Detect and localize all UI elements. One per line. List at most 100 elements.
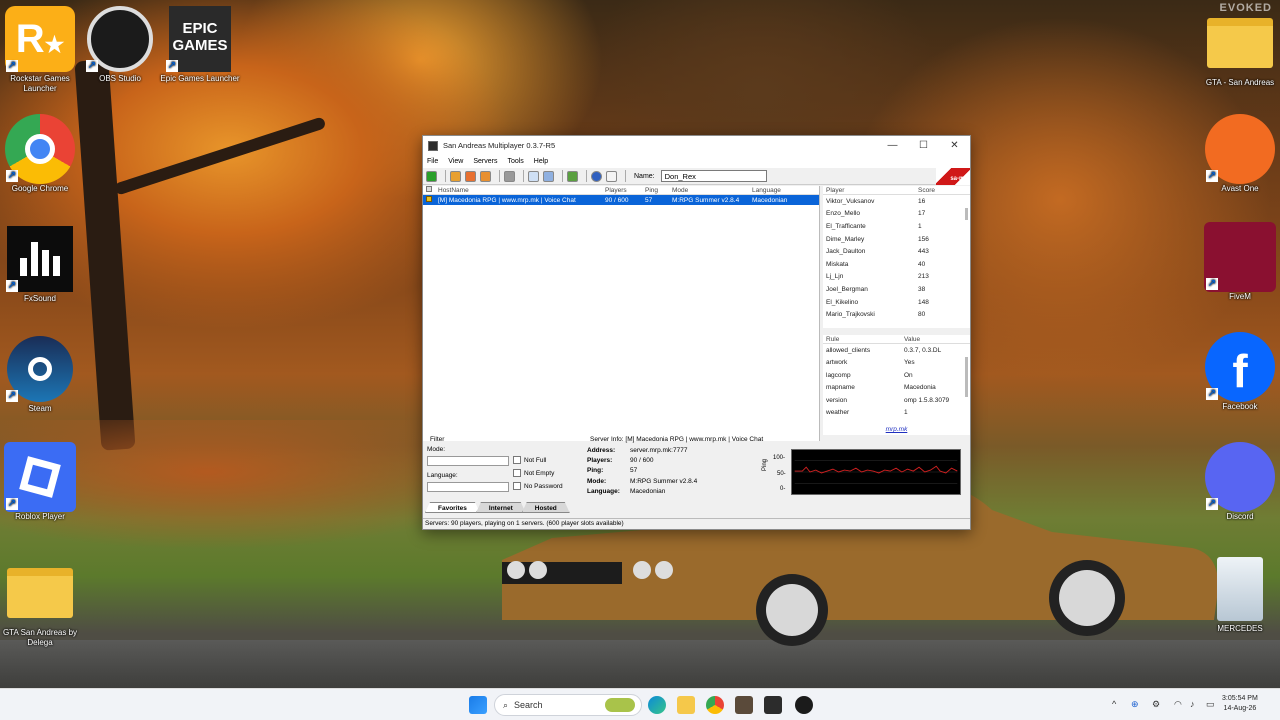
desktop-icon-gta-sa[interactable]: GTA - San Andreas <box>1200 10 1280 88</box>
player-row[interactable]: Jack_Daulton 443 <box>823 245 970 258</box>
edge-icon[interactable] <box>648 696 666 714</box>
desktop-icon-fivem[interactable]: ↗ FiveM <box>1200 222 1280 302</box>
player-name: El_Trafficante <box>826 222 866 230</box>
tab-hosted[interactable]: Hosted <box>522 502 570 513</box>
desktop-icon-obs[interactable]: ↗ OBS Studio <box>80 6 160 84</box>
player-row[interactable]: Lj_Ljn 213 <box>823 271 970 284</box>
no-password-checkbox[interactable]: No Password <box>513 482 563 490</box>
menu-tools[interactable]: Tools <box>507 158 523 165</box>
not-empty-checkbox[interactable]: Not Empty <box>513 469 554 477</box>
taskbar-clock[interactable]: 3:05:54 PM 14-Aug-26 <box>1222 694 1258 714</box>
name-label: Name: <box>634 172 655 180</box>
desktop-icon-fxsound[interactable]: ↗ FxSound <box>0 226 80 304</box>
about-icon[interactable] <box>606 170 617 182</box>
desktop-icon-recycle-bin[interactable]: MERCEDES <box>1200 556 1280 634</box>
window-titlebar[interactable]: San Andreas Multiplayer 0.3.7-R5 — ☐ ✕ <box>423 136 970 155</box>
desktop-icon-discord[interactable]: ↗ Discord <box>1200 442 1280 522</box>
column-hostname[interactable]: HostName <box>438 187 605 194</box>
tree-trunk <box>74 59 136 451</box>
refresh-server-icon[interactable] <box>480 170 491 182</box>
player-row[interactable]: Joel_Bergman 38 <box>823 283 970 296</box>
desktop-icon-avast[interactable]: ↗ Avast One <box>1200 114 1280 194</box>
delete-server-icon[interactable] <box>465 170 476 182</box>
player-score: 17 <box>918 210 926 218</box>
column-ping[interactable]: Ping <box>645 187 672 194</box>
filter-language-input[interactable] <box>427 482 509 492</box>
column-score[interactable]: Score <box>918 187 963 194</box>
column-language[interactable]: Language <box>752 187 817 194</box>
window-title: San Andreas Multiplayer 0.3.7-R5 <box>443 141 556 150</box>
player-list-scrollbar[interactable] <box>965 208 968 220</box>
rule-row[interactable]: artwork Yes <box>823 357 970 370</box>
ping-icon[interactable] <box>567 170 578 182</box>
desktop-icon-steam[interactable]: ↗ Steam <box>0 336 80 414</box>
column-player[interactable]: Player <box>823 187 918 194</box>
menu-help[interactable]: Help <box>534 158 548 165</box>
server-properties-icon[interactable] <box>504 170 515 182</box>
rule-row[interactable]: weather 1 <box>823 407 970 420</box>
menu-file[interactable]: File <box>427 158 438 165</box>
taskbar-search[interactable]: ⌕ Search <box>494 694 642 716</box>
rule-value: Yes <box>904 359 915 367</box>
chrome-taskbar-icon[interactable] <box>706 696 724 714</box>
player-row[interactable]: Mario_Trajkovski 80 <box>823 308 970 321</box>
tab-favorites[interactable]: Favorites <box>425 502 480 513</box>
desktop-icon-roblox[interactable]: ↗ Roblox Player <box>0 442 80 522</box>
lock-column-header[interactable] <box>423 186 438 194</box>
help-icon[interactable] <box>591 170 602 182</box>
icon-label: FiveM <box>1229 292 1251 301</box>
rule-row[interactable]: lagcomp On <box>823 369 970 382</box>
column-rule[interactable]: Rule <box>823 336 904 343</box>
start-button[interactable] <box>469 696 487 714</box>
player-name-input[interactable] <box>660 170 767 182</box>
obs-taskbar-icon[interactable] <box>795 696 813 714</box>
player-row[interactable]: Enzo_Mello 17 <box>823 208 970 221</box>
column-mode[interactable]: Mode <box>672 187 752 194</box>
player-row[interactable]: Dime_Marley 156 <box>823 233 970 246</box>
add-server-icon[interactable] <box>450 170 461 182</box>
ping-graph <box>791 449 961 495</box>
close-button[interactable]: ✕ <box>939 136 970 155</box>
status-bar: Servers: 90 players, playing on 1 server… <box>423 518 970 529</box>
rule-row[interactable]: mapname Macedonia <box>823 382 970 395</box>
rule-value: 1 <box>904 409 908 417</box>
volume-icon[interactable]: ♪ <box>1190 699 1195 709</box>
filter-mode-input[interactable] <box>427 456 509 466</box>
desktop-icon-facebook[interactable]: f ↗ Facebook <box>1200 332 1280 412</box>
wifi-icon[interactable]: ◠ <box>1174 699 1182 710</box>
column-players[interactable]: Players <box>605 187 645 194</box>
rule-row[interactable]: allowed_clients 0.3.7, 0.3.DL <box>823 344 970 357</box>
tray-app-icon[interactable]: ⊕ <box>1131 699 1139 710</box>
desktop-icon-chrome[interactable]: ↗ Google Chrome <box>0 114 80 194</box>
samp-taskbar-icon[interactable] <box>764 696 782 714</box>
desktop-icon-rockstar[interactable]: R★ ↗ Rockstar Games Launcher <box>0 6 80 94</box>
minimize-button[interactable]: — <box>877 136 908 155</box>
column-value[interactable]: Value <box>904 336 968 343</box>
server-website-link[interactable]: mrp.mk <box>823 426 970 433</box>
player-row[interactable]: El_Kikelino 148 <box>823 296 970 309</box>
player-row[interactable]: El_Trafficante 1 <box>823 220 970 233</box>
desktop-icon-gta-folder[interactable]: GTA San Andreas by Delega <box>0 560 80 648</box>
player-list: Player Score Viktor_Vuksanov 16 Enzo_Mello… <box>823 186 970 328</box>
rule-row[interactable]: version omp 1.5.8.3079 <box>823 394 970 407</box>
maximize-button[interactable]: ☐ <box>908 136 939 155</box>
player-row[interactable]: Viktor_Vuksanov 16 <box>823 195 970 208</box>
tab-internet[interactable]: Internet <box>476 502 526 513</box>
menu-view[interactable]: View <box>448 158 463 165</box>
edit-icon[interactable] <box>543 170 554 182</box>
desktop-icon-epic[interactable]: EPIC GAMES ↗ Epic Games Launcher <box>160 6 240 84</box>
not-full-checkbox[interactable]: Not Full <box>513 456 546 464</box>
gta-taskbar-icon[interactable] <box>735 696 753 714</box>
server-row-selected[interactable]: [M] Macedonia RPG | www.mrp.mk | Voice C… <box>423 195 819 205</box>
connect-icon[interactable] <box>426 170 437 182</box>
server-list-header: HostName Players Ping Mode Language <box>423 186 819 195</box>
rules-list-scrollbar[interactable] <box>965 357 968 397</box>
player-row[interactable]: Miskata 40 <box>823 258 970 271</box>
file-explorer-icon[interactable] <box>677 696 695 714</box>
copy-server-icon[interactable] <box>528 170 539 182</box>
battery-icon[interactable]: ▭ <box>1206 699 1215 710</box>
menu-servers[interactable]: Servers <box>473 158 497 165</box>
player-score: 16 <box>918 197 926 205</box>
tray-settings-icon[interactable]: ⚙ <box>1152 699 1160 710</box>
tray-overflow-icon[interactable]: ^ <box>1112 699 1116 709</box>
